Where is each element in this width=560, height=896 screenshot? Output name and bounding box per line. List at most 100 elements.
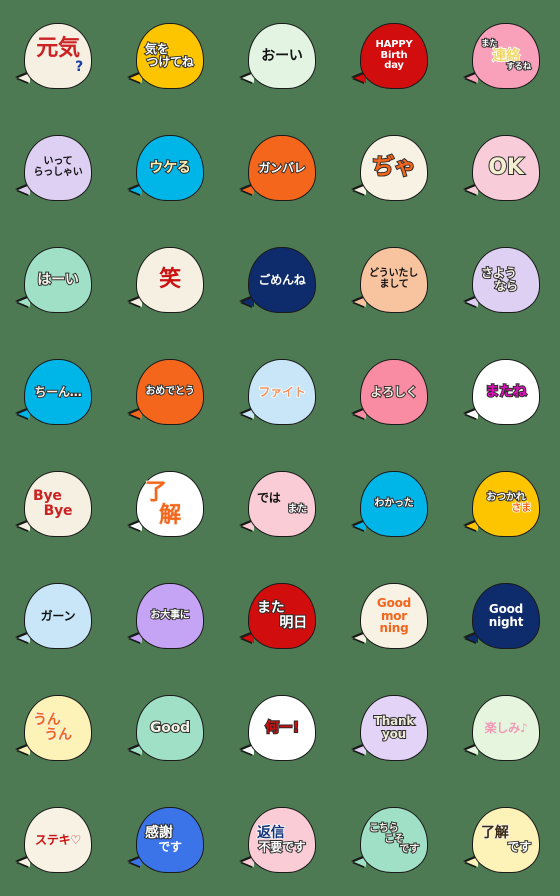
speech-bubble-ganbare: ガンバレ xyxy=(242,135,318,201)
sticker-gomenne[interactable]: ごめんね xyxy=(224,224,336,336)
sticker-ryoukai-desu[interactable]: 了解 です xyxy=(448,784,560,896)
sticker-ooi[interactable]: おーい xyxy=(224,0,336,112)
sticker-otsukaresama[interactable]: おつかれ さま xyxy=(448,448,560,560)
speech-bubble-henshin-fuyou-desu: 返信 不要です xyxy=(242,807,318,873)
sticker-matane[interactable]: またね xyxy=(448,336,560,448)
bubble-text-line: さま xyxy=(511,503,532,515)
speech-bubble-warai: 笑 xyxy=(130,247,206,313)
sticker-ha-i[interactable]: はーい xyxy=(0,224,112,336)
bubble-text: 感謝 です xyxy=(137,825,203,854)
bubble-text-line: おめでとう xyxy=(145,385,196,397)
bubble-text-line: まして xyxy=(379,279,409,290)
sticker-nani[interactable]: 何ー! xyxy=(224,672,336,784)
speech-bubble-good-night: Good night xyxy=(466,583,542,649)
bubble-text: 了解 です xyxy=(473,825,539,854)
sticker-tanoshimi[interactable]: 楽しみ♪ xyxy=(448,672,560,784)
sticker-wakatta[interactable]: わかった xyxy=(336,448,448,560)
bubble-body: ステキ♡ xyxy=(24,807,92,873)
bubble-text-line: 何ー! xyxy=(264,719,300,736)
bubble-text: 気を つけてね xyxy=(137,42,203,69)
sticker-omedetou[interactable]: おめでとう xyxy=(112,336,224,448)
bubble-text-line: 元気 xyxy=(35,35,80,61)
sticker-good-morning[interactable]: Good mor ning xyxy=(336,560,448,672)
speech-bubble-kochirakoso-desu: こちら こそ です xyxy=(354,807,430,873)
sticker-odaijini[interactable]: お大事に xyxy=(112,560,224,672)
sticker-kansha-desu[interactable]: 感謝 です xyxy=(112,784,224,896)
sticker-happy-birthday[interactable]: HAPPY Birth day xyxy=(336,0,448,112)
speech-bubble-kansha-desu: 感謝 です xyxy=(130,807,206,873)
bubble-body: 笑 xyxy=(136,247,204,313)
bubble-body: では また xyxy=(248,471,316,537)
bubble-text-line: またね xyxy=(484,383,528,400)
speech-bubble-kiwotsuketene: 気を つけてね xyxy=(130,23,206,89)
bubble-text: 元気? xyxy=(25,35,91,76)
speech-bubble-bye-bye: Bye Bye xyxy=(18,471,94,537)
bubble-text: 楽しみ♪ xyxy=(473,721,539,735)
sticker-thank-you[interactable]: Thank you xyxy=(336,672,448,784)
bubble-text: ガンバレ xyxy=(249,160,315,174)
bubble-body: ごめんね xyxy=(248,247,316,313)
sticker-sayounara[interactable]: さよう なら xyxy=(448,224,560,336)
bubble-text: 笑 xyxy=(137,267,203,292)
sticker-ukeru[interactable]: ウケる xyxy=(112,112,224,224)
speech-bubble-wakatta: わかった xyxy=(354,471,430,537)
sticker-warai[interactable]: 笑 xyxy=(112,224,224,336)
bubble-text-line: 感謝 xyxy=(144,825,174,842)
bubble-body: Good night xyxy=(472,583,540,649)
sticker-grid: 元気? 気を つけてね おーい HAPPY Birth day また 連絡 するねいって らっしゃい… xyxy=(0,0,560,896)
sticker-genki-question[interactable]: 元気? xyxy=(0,0,112,112)
sticker-ryoukai[interactable]: 了解 xyxy=(112,448,224,560)
sticker-chiin[interactable]: ちーん… xyxy=(0,336,112,448)
bubble-body: 気を つけてね xyxy=(136,23,204,89)
speech-bubble-douitashimashite: どういたし まして xyxy=(354,247,430,313)
sticker-jya[interactable]: ぢゃ xyxy=(336,112,448,224)
bubble-text: Bye Bye xyxy=(25,488,91,519)
bubble-text-line: ごめんね xyxy=(258,272,306,287)
bubble-text-line: 了解 xyxy=(480,825,509,842)
bubble-text: よろしく xyxy=(361,384,427,399)
bubble-text: ガーン xyxy=(25,609,91,623)
sticker-good[interactable]: Good xyxy=(112,672,224,784)
sticker-gaan[interactable]: ガーン xyxy=(0,560,112,672)
sticker-fight[interactable]: ファイト xyxy=(224,336,336,448)
sticker-un-un[interactable]: うん うん xyxy=(0,672,112,784)
sticker-ok[interactable]: OK xyxy=(448,112,560,224)
sticker-kiwotsuketene[interactable]: 気を つけてね xyxy=(112,0,224,112)
sticker-itterasshai[interactable]: いって らっしゃい xyxy=(0,112,112,224)
bubble-text-line: なら xyxy=(493,279,519,293)
bubble-body: Good mor ning xyxy=(360,583,428,649)
sticker-mata-ashita[interactable]: また 明日 xyxy=(224,560,336,672)
bubble-text-line: 不要です xyxy=(257,840,306,855)
sticker-dewa-mata[interactable]: では また xyxy=(224,448,336,560)
bubble-text: おーい xyxy=(249,48,315,64)
bubble-text-line: 了 xyxy=(144,479,168,505)
bubble-text-line: よろしく xyxy=(369,384,418,399)
bubble-body: おめでとう xyxy=(136,359,204,425)
bubble-text: ステキ♡ xyxy=(25,833,91,847)
bubble-text-line: わかった xyxy=(373,497,414,509)
bubble-text-line: Bye xyxy=(32,488,63,505)
sticker-douitashimashite[interactable]: どういたし まして xyxy=(336,224,448,336)
bubble-body: ファイト xyxy=(248,359,316,425)
bubble-body: ちーん… xyxy=(24,359,92,425)
bubble-body: 何ー! xyxy=(248,695,316,761)
bubble-body: Bye Bye xyxy=(24,471,92,537)
sticker-good-night[interactable]: Good night xyxy=(448,560,560,672)
bubble-text: Good night xyxy=(473,603,539,628)
sticker-kochirakoso-desu[interactable]: こちら こそ です xyxy=(336,784,448,896)
sticker-ganbare[interactable]: ガンバレ xyxy=(224,112,336,224)
speech-bubble-good-morning: Good mor ning xyxy=(354,583,430,649)
bubble-text: ちーん… xyxy=(25,384,91,398)
bubble-text-line: また xyxy=(256,600,286,617)
sticker-suteki-heart[interactable]: ステキ♡ xyxy=(0,784,112,896)
sticker-henshin-fuyou-desu[interactable]: 返信 不要です xyxy=(224,784,336,896)
bubble-text-line: ウケる xyxy=(148,159,192,176)
bubble-text-line: OK xyxy=(487,155,524,181)
bubble-body: Thank you xyxy=(360,695,428,761)
bubble-text: ぢゃ xyxy=(361,155,427,181)
sticker-mata-renraku-surune[interactable]: また 連絡 するね xyxy=(448,0,560,112)
bubble-text: 了解 xyxy=(137,479,203,529)
sticker-bye-bye[interactable]: Bye Bye xyxy=(0,448,112,560)
sticker-yoroshiku[interactable]: よろしく xyxy=(336,336,448,448)
speech-bubble-ryoukai-desu: 了解 です xyxy=(466,807,542,873)
